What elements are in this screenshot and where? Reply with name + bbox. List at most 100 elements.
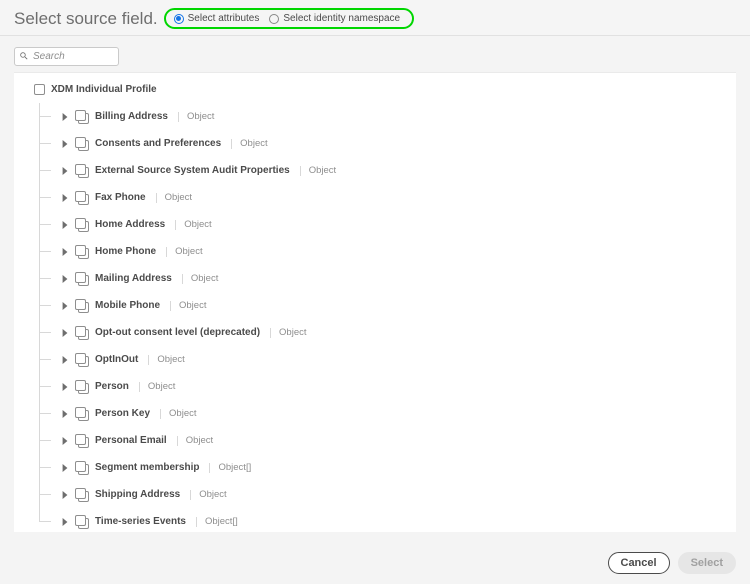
chevron-right-icon[interactable] <box>61 383 69 391</box>
radio-icon <box>174 14 184 24</box>
chevron-right-icon[interactable] <box>61 464 69 472</box>
object-stack-icon[interactable] <box>75 137 89 151</box>
tree-item-type: Object[] <box>205 516 238 527</box>
object-stack-icon[interactable] <box>75 299 89 313</box>
radio-select-attributes[interactable]: Select attributes <box>174 13 260 24</box>
tree-item-type: Object <box>175 246 202 257</box>
tree-item[interactable]: Person Key Object <box>39 400 728 427</box>
tree-item-type: Object <box>199 489 226 500</box>
object-stack-icon[interactable] <box>75 218 89 232</box>
tree-item[interactable]: External Source System Audit PropertiesO… <box>39 157 728 184</box>
tree-item-label: Personal Email <box>95 435 167 446</box>
tree-item-label: Fax Phone <box>95 192 146 203</box>
tree-item[interactable]: Billing AddressObject <box>39 103 728 130</box>
separator <box>178 112 179 122</box>
tree-item[interactable]: PersonObject <box>39 373 728 400</box>
separator <box>175 220 176 230</box>
object-stack-icon[interactable] <box>75 272 89 286</box>
separator <box>156 193 157 203</box>
tree-item[interactable]: Fax PhoneObject <box>39 184 728 211</box>
tree-item-type: Object <box>157 354 184 365</box>
tree-item[interactable]: Home AddressObject <box>39 211 728 238</box>
radio-label: Select identity namespace <box>283 13 400 24</box>
radio-label: Select attributes <box>188 13 260 24</box>
tree-item[interactable]: Mobile Phone Object <box>39 292 728 319</box>
object-stack-icon[interactable] <box>75 110 89 124</box>
chevron-right-icon[interactable] <box>61 410 69 418</box>
dialog-header: Select source field. Select attributes S… <box>0 0 750 36</box>
chevron-right-icon[interactable] <box>61 275 69 283</box>
tree-item-label: Time-series Events <box>95 516 186 527</box>
chevron-right-icon[interactable] <box>61 248 69 256</box>
chevron-right-icon[interactable] <box>61 302 69 310</box>
separator <box>148 355 149 365</box>
radio-icon <box>269 14 279 24</box>
separator <box>182 274 183 284</box>
separator <box>160 409 161 419</box>
tree-item-label: Mailing Address <box>95 273 172 284</box>
tree-root-row[interactable]: XDM Individual Profile <box>34 79 728 99</box>
object-stack-icon[interactable] <box>75 434 89 448</box>
object-stack-icon[interactable] <box>75 245 89 259</box>
search-input[interactable] <box>14 47 119 66</box>
tree-item[interactable]: Mailing AddressObject <box>39 265 728 292</box>
tree-item-type: Object <box>179 300 206 311</box>
chevron-right-icon[interactable] <box>61 518 69 526</box>
search-box <box>14 46 119 66</box>
tree-item-label: Consents and Preferences <box>95 138 221 149</box>
separator <box>209 463 210 473</box>
object-stack-icon[interactable] <box>75 353 89 367</box>
schema-tree-scroll[interactable]: XDM Individual Profile Billing AddressOb… <box>14 73 736 532</box>
radio-select-identity-namespace[interactable]: Select identity namespace <box>269 13 400 24</box>
tree-item[interactable]: OptInOut Object <box>39 346 728 373</box>
tree-item[interactable]: Consents and Preferences Object <box>39 130 728 157</box>
tree-item[interactable]: Home PhoneObject <box>39 238 728 265</box>
tree-item-label: Mobile Phone <box>95 300 160 311</box>
separator <box>166 247 167 257</box>
tree-item[interactable]: Opt-out consent level (deprecated)Object <box>39 319 728 346</box>
chevron-right-icon[interactable] <box>61 140 69 148</box>
chevron-right-icon[interactable] <box>61 329 69 337</box>
tree-item-label: Person Key <box>95 408 150 419</box>
tree-item-type: Object <box>148 381 175 392</box>
chevron-right-icon[interactable] <box>61 194 69 202</box>
object-stack-icon[interactable] <box>75 164 89 178</box>
dialog-footer: Cancel Select <box>608 552 737 574</box>
tree-item-type: Object[] <box>218 462 251 473</box>
object-stack-icon[interactable] <box>75 407 89 421</box>
tree-item[interactable]: Shipping Address Object <box>39 481 728 508</box>
object-stack-icon[interactable] <box>75 488 89 502</box>
tree-item-label: Home Address <box>95 219 165 230</box>
chevron-right-icon[interactable] <box>61 167 69 175</box>
tree-item[interactable]: Segment membership Object[] <box>39 454 728 481</box>
tree-item-label: OptInOut <box>95 354 138 365</box>
chevron-right-icon[interactable] <box>61 113 69 121</box>
tree-root-label: XDM Individual Profile <box>51 84 157 95</box>
tree-item-type: Object <box>169 408 196 419</box>
chevron-right-icon[interactable] <box>61 221 69 229</box>
dialog-title: Select source field. <box>14 9 158 29</box>
separator <box>300 166 301 176</box>
tree-item-label: Shipping Address <box>95 489 180 500</box>
separator <box>196 517 197 527</box>
chevron-right-icon[interactable] <box>61 356 69 364</box>
object-stack-icon[interactable] <box>75 461 89 475</box>
tree-item-type: Object <box>186 435 213 446</box>
source-field-radio-group: Select attributes Select identity namesp… <box>164 8 414 29</box>
tree-item-type: Object <box>240 138 267 149</box>
tree-item-label: Segment membership <box>95 462 199 473</box>
chevron-right-icon[interactable] <box>61 491 69 499</box>
separator <box>231 139 232 149</box>
checkbox-icon[interactable] <box>34 84 45 95</box>
tree-item[interactable]: Time-series Events Object[] <box>39 508 728 532</box>
separator <box>190 490 191 500</box>
separator <box>177 436 178 446</box>
object-stack-icon[interactable] <box>75 515 89 529</box>
object-stack-icon[interactable] <box>75 380 89 394</box>
object-stack-icon[interactable] <box>75 191 89 205</box>
cancel-button[interactable]: Cancel <box>608 552 670 574</box>
object-stack-icon[interactable] <box>75 326 89 340</box>
chevron-right-icon[interactable] <box>61 437 69 445</box>
tree-item[interactable]: Personal Email Object <box>39 427 728 454</box>
separator <box>170 301 171 311</box>
